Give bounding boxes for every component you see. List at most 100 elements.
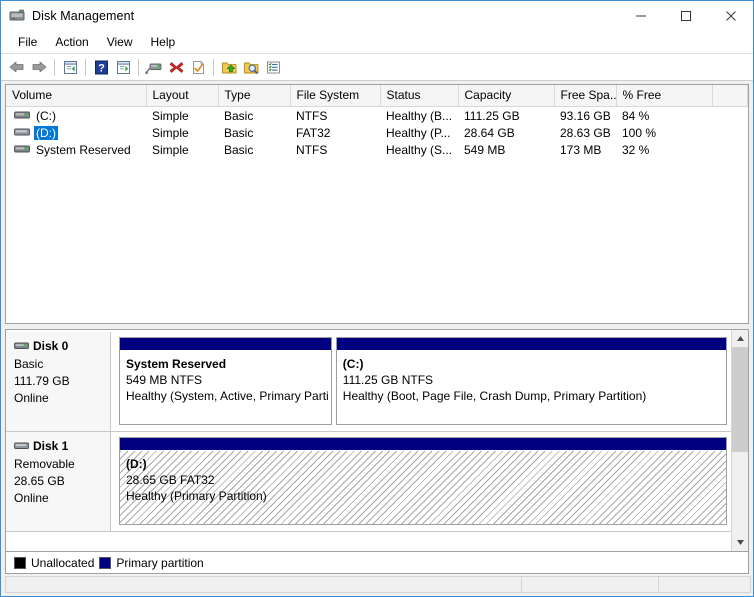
partition-details: System Reserved 549 MB NTFS Healthy (Sys… [120, 351, 331, 424]
toolbar-separator [54, 58, 55, 76]
status-pane-2 [521, 576, 659, 593]
menu-help[interactable]: Help [142, 33, 185, 51]
scrollbar-thumb[interactable] [732, 347, 748, 452]
hard-drive-icon [14, 110, 30, 121]
partition-color-bar [120, 438, 726, 451]
column-header-percent-free[interactable]: % Free [616, 85, 713, 107]
partition-status: Healthy (Primary Partition) [126, 489, 267, 503]
legend-swatch-primary-partition [99, 556, 112, 569]
disk-partitions-1: (D:) 28.65 GB FAT32 Healthy (Primary Par… [111, 432, 731, 531]
column-header-type[interactable]: Type [218, 85, 291, 107]
status-bar [1, 574, 753, 596]
show-hide-console-tree-icon[interactable] [112, 56, 134, 78]
close-button[interactable] [708, 1, 753, 31]
disk-name-label-1: Disk 1 [33, 439, 69, 453]
column-header-file-system[interactable]: File System [290, 85, 381, 107]
disk-pane-scrollbar[interactable] [731, 330, 748, 551]
partition-legend: Unallocated Primary partition [6, 551, 748, 573]
table-row[interactable]: (D:) Simple Basic FAT32 Healthy (P... 28… [6, 124, 748, 141]
menu-bar: File Action View Help [1, 31, 753, 54]
volume-label: (C:) [36, 108, 56, 123]
cell-filler [712, 107, 748, 125]
explore-volume-icon[interactable] [240, 56, 262, 78]
partition-system-reserved[interactable]: System Reserved 549 MB NTFS Healthy (Sys… [119, 337, 332, 425]
partition-size-fs: 549 MB NTFS [126, 373, 203, 387]
cell-layout: Simple [152, 142, 189, 157]
disk-info-0: Disk 0 Basic 111.79 GB Online [6, 332, 111, 431]
column-header-status[interactable]: Status [380, 85, 459, 107]
cell-volume: (D:) [6, 124, 146, 141]
toolbar: ? [1, 54, 753, 81]
delete-volume-icon[interactable] [165, 56, 187, 78]
disk-row-1[interactable]: Disk 1 Removable 28.65 GB Online (D:) 28… [6, 432, 731, 532]
cell-free-space: 93.16 GB [560, 108, 611, 123]
legend-swatch-unallocated [14, 556, 26, 569]
maximize-button[interactable] [663, 1, 708, 31]
disk-status-1: Online [14, 491, 49, 505]
title-bar[interactable]: Disk Management [1, 1, 753, 31]
content-area: Volume Layout Type File System Status Ca… [1, 81, 753, 574]
partition-d-drive[interactable]: (D:) 28.65 GB FAT32 Healthy (Primary Par… [119, 437, 727, 525]
hard-drive-icon [14, 144, 30, 155]
cell-capacity: 549 MB [464, 142, 506, 157]
column-header-free-space[interactable]: Free Spa... [554, 85, 617, 107]
status-pane-main [5, 576, 522, 593]
extend-volume-icon[interactable] [218, 56, 240, 78]
toolbar-separator [138, 58, 139, 76]
volume-table: Volume Layout Type File System Status Ca… [6, 85, 748, 158]
legend-item-unallocated: Unallocated [14, 556, 94, 570]
hard-drive-icon [14, 341, 29, 351]
properties-icon[interactable] [262, 56, 284, 78]
menu-file[interactable]: File [9, 33, 46, 51]
up-one-level-icon[interactable] [59, 56, 81, 78]
scroll-up-button[interactable] [732, 330, 748, 347]
cell-free-space: 173 MB [560, 142, 602, 157]
column-header-layout[interactable]: Layout [146, 85, 219, 107]
column-header-filler[interactable] [712, 85, 748, 107]
cell-percent-free: 100 % [622, 125, 657, 140]
partition-details: (C:) 111.25 GB NTFS Healthy (Boot, Page … [336, 351, 726, 424]
table-row[interactable]: (C:) Simple Basic NTFS Healthy (B... 111… [6, 107, 748, 125]
legend-label-primary-partition: Primary partition [116, 555, 204, 570]
cell-layout: Simple [152, 125, 189, 140]
cell-type: Basic [224, 108, 254, 123]
format-icon[interactable] [187, 56, 209, 78]
cell-percent-free: 32 % [622, 142, 650, 157]
removable-drive-icon [14, 441, 29, 451]
help-icon[interactable]: ? [90, 56, 112, 78]
cell-layout: Simple [152, 108, 189, 123]
toolbar-separator [213, 58, 214, 76]
disk-scroll-area: Disk 0 Basic 111.79 GB Online System Res… [6, 330, 748, 551]
cell-percent-free: 84 % [622, 108, 650, 123]
volume-label: (D:) [34, 125, 58, 140]
column-header-capacity[interactable]: Capacity [458, 85, 555, 107]
cell-type: Basic [224, 142, 254, 157]
volume-list-pane[interactable]: Volume Layout Type File System Status Ca… [5, 84, 749, 324]
partition-title: System Reserved [126, 357, 227, 371]
cell-volume: (C:) [6, 107, 146, 125]
partition-title: (C:) [342, 357, 364, 371]
cell-status: Healthy (B... [386, 108, 453, 123]
partition-color-bar [120, 338, 331, 351]
toolbar-separator [85, 58, 86, 76]
partition-c-drive[interactable]: (C:) 111.25 GB NTFS Healthy (Boot, Page … [335, 337, 727, 425]
disk-row-0[interactable]: Disk 0 Basic 111.79 GB Online System Res… [6, 332, 731, 432]
forward-icon[interactable] [28, 56, 50, 78]
back-icon[interactable] [6, 56, 28, 78]
column-header-volume[interactable]: Volume [6, 85, 147, 107]
scroll-down-button[interactable] [732, 534, 748, 551]
disk-rows: Disk 0 Basic 111.79 GB Online System Res… [6, 330, 731, 551]
scrollbar-track[interactable] [732, 347, 748, 534]
cell-status: Healthy (P... [386, 125, 451, 140]
menu-view[interactable]: View [98, 33, 142, 51]
cell-capacity: 111.25 GB [464, 108, 520, 123]
cell-filler [712, 141, 748, 158]
cell-filler [712, 124, 748, 141]
rescan-disks-icon[interactable] [143, 56, 165, 78]
legend-item-primary-partition: Primary partition [99, 555, 204, 570]
disk-partitions-0: System Reserved 549 MB NTFS Healthy (Sys… [111, 332, 731, 431]
table-row[interactable]: System Reserved Simple Basic NTFS Health… [6, 141, 748, 158]
menu-action[interactable]: Action [46, 33, 97, 51]
minimize-button[interactable] [618, 1, 663, 31]
partition-size-fs: 28.65 GB FAT32 [126, 473, 215, 487]
